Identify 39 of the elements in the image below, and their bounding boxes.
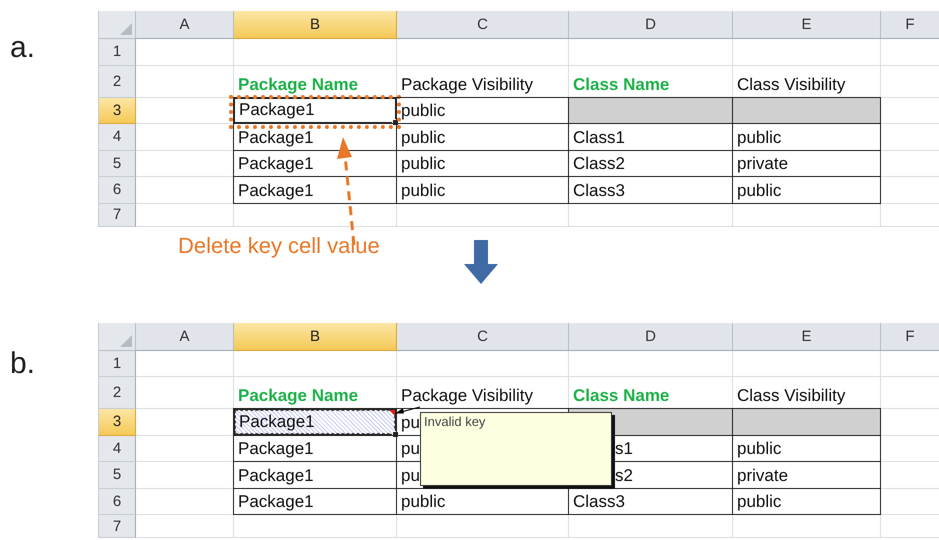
row-header[interactable]: 4 [99, 124, 136, 150]
column-header[interactable]: B [234, 322, 397, 350]
row-header[interactable]: 7 [99, 515, 136, 538]
column-header[interactable]: F [881, 322, 939, 350]
row-header[interactable]: 1 [99, 39, 136, 66]
column-header[interactable]: F [881, 11, 939, 39]
column-header[interactable]: D [569, 11, 733, 39]
triangle-icon [120, 23, 132, 35]
table-cell: public [732, 176, 881, 204]
row-header[interactable]: 7 [99, 204, 136, 226]
row-header[interactable]: 6 [99, 177, 136, 204]
column-header[interactable]: B [234, 11, 397, 39]
column-heading: Package Visibility [397, 66, 569, 98]
triangle-icon [120, 334, 132, 346]
column-header[interactable]: A [136, 11, 234, 39]
table-cell: Package1 [233, 488, 397, 515]
column-header[interactable]: E [733, 322, 881, 350]
row-header[interactable]: 1 [99, 350, 136, 377]
column-header[interactable]: D [569, 322, 733, 350]
table-cell: Package1 [233, 408, 397, 436]
row-header[interactable]: 6 [99, 488, 136, 515]
table-cell: Package1 [233, 176, 397, 204]
row-header[interactable]: 4 [99, 436, 136, 462]
column-header[interactable]: A [136, 322, 234, 350]
column-header[interactable]: C [397, 322, 569, 350]
row-header[interactable]: 3 [99, 409, 136, 436]
row-header[interactable]: 3 [99, 98, 136, 124]
row-header[interactable]: 2 [99, 66, 136, 98]
row-header[interactable]: 5 [99, 150, 136, 177]
table-cell: public [732, 488, 881, 515]
leader-line [395, 406, 421, 414]
column-header[interactable]: C [397, 11, 569, 39]
down-arrow-icon [462, 240, 499, 284]
column-header[interactable]: E [733, 11, 881, 39]
column-heading: Package Name [234, 66, 397, 98]
row-header[interactable]: 2 [99, 377, 136, 409]
panel-label: a. [9, 30, 36, 66]
row-header[interactable]: 5 [99, 462, 136, 488]
panel-label: b. [9, 346, 36, 382]
